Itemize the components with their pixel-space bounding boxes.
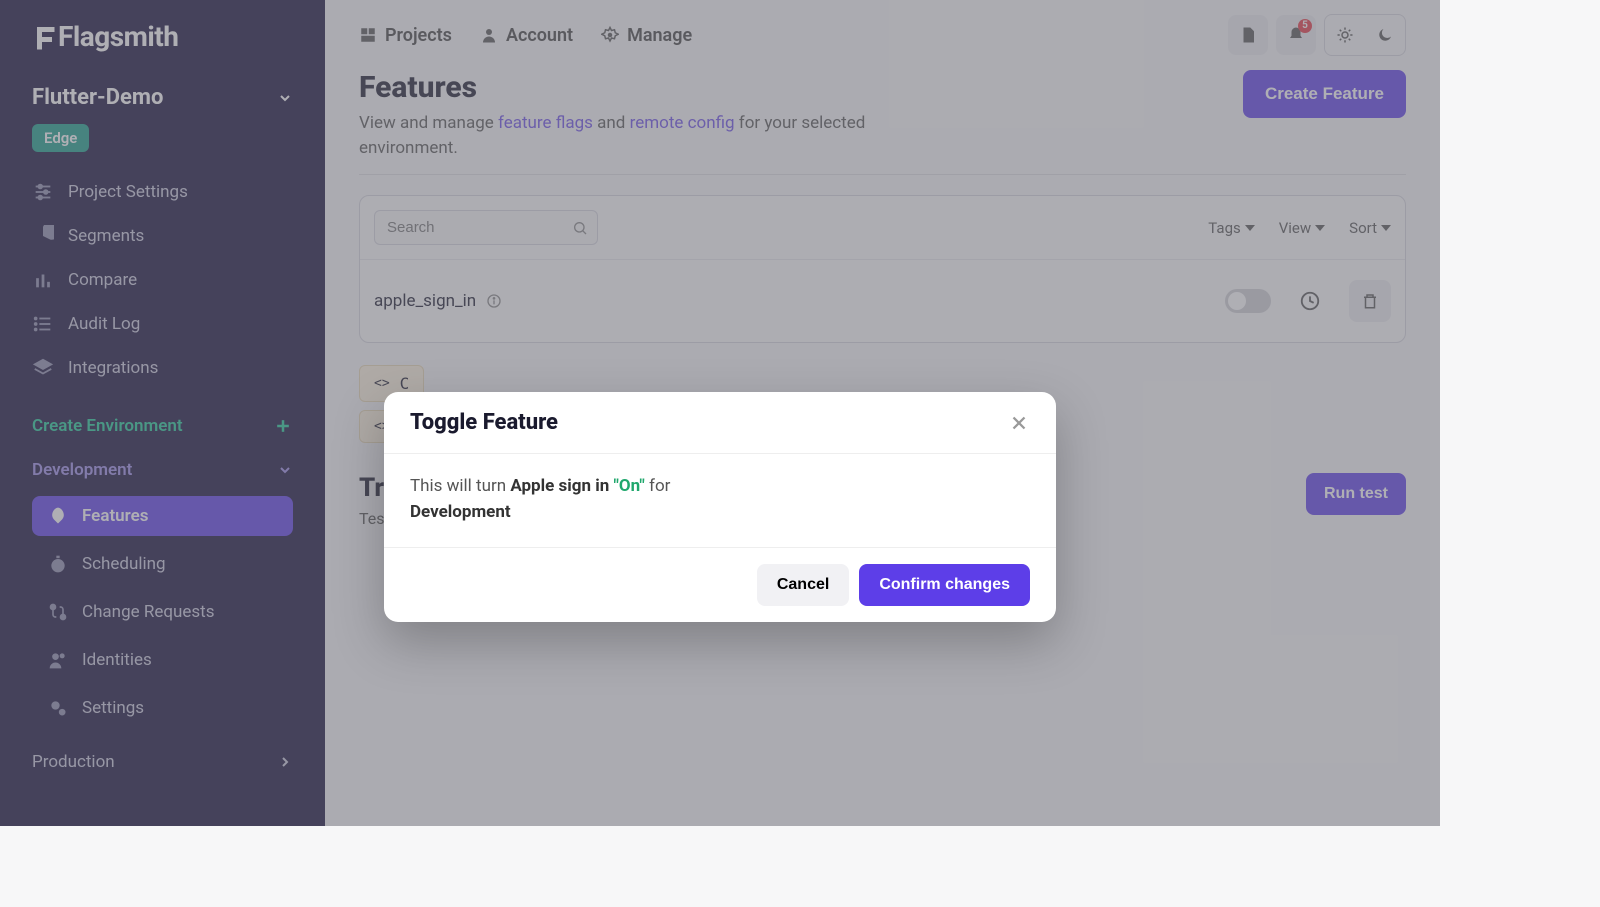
- modal-body: This will turn Apple sign in "On" for De…: [384, 454, 1056, 548]
- cancel-button[interactable]: Cancel: [757, 564, 849, 606]
- toggle-feature-modal: Toggle Feature This will turn Apple sign…: [384, 392, 1056, 622]
- confirm-changes-button[interactable]: Confirm changes: [859, 564, 1030, 606]
- modal-overlay[interactable]: Toggle Feature This will turn Apple sign…: [0, 0, 1440, 826]
- modal-title: Toggle Feature: [410, 410, 558, 435]
- close-icon[interactable]: [1008, 412, 1030, 434]
